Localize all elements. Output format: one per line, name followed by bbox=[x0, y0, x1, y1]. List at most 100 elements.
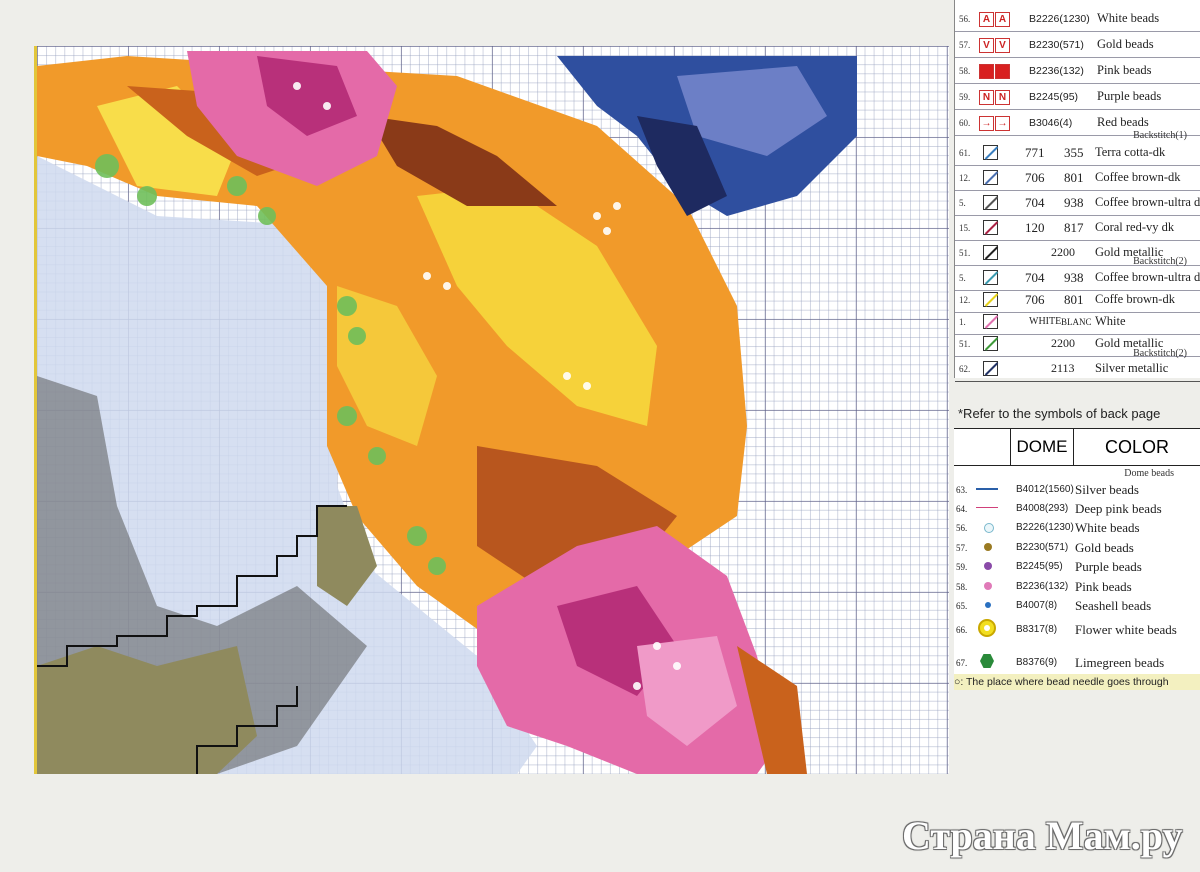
dmc-number: 704 bbox=[1025, 270, 1045, 285]
color-header-label: COLOR bbox=[1104, 437, 1169, 457]
pattern-artwork bbox=[37, 51, 857, 774]
symbol-glyph: A bbox=[979, 12, 994, 27]
dome-number: 65. bbox=[956, 601, 968, 611]
metallic-code: 2200 bbox=[1051, 245, 1075, 259]
dome-name: Flower white beads bbox=[1075, 622, 1177, 637]
legend-row: 12. 706 801 Coffee brown-dk bbox=[955, 165, 1200, 191]
dome-code: B4008(293) bbox=[1016, 503, 1069, 514]
thread-name: Coffe brown-dk bbox=[1095, 292, 1175, 306]
thread-name: Coffee brown-dk bbox=[1095, 170, 1181, 184]
dome-number: 59. bbox=[956, 562, 968, 572]
bead-name: Pink beads bbox=[1097, 63, 1152, 77]
dmc-number: 704 bbox=[1025, 195, 1045, 210]
dome-code: B2245(95) bbox=[1016, 561, 1063, 572]
dmc-number: 706 bbox=[1025, 170, 1045, 185]
dome-name: White beads bbox=[1075, 520, 1140, 535]
bead-name: White beads bbox=[1097, 11, 1160, 25]
legend-row: 56. AA B2226(1230) White beads bbox=[955, 6, 1200, 32]
backstitch-symbol bbox=[983, 145, 999, 160]
dome-number: 57. bbox=[956, 543, 968, 553]
dome-sub-label: Dome beads bbox=[1124, 468, 1174, 479]
backstitch-symbol bbox=[983, 220, 999, 235]
anchor-number: 817 bbox=[1064, 220, 1084, 235]
backstitch-symbol bbox=[983, 195, 999, 210]
thread-name: Coffee brown-ultra dk bbox=[1095, 270, 1200, 284]
dome-header-label: DOME bbox=[1016, 437, 1068, 456]
hexagon-bead-icon bbox=[980, 654, 994, 668]
dome-header-blank bbox=[954, 429, 1011, 465]
bead-dot-icon bbox=[984, 582, 992, 590]
bead-code: B2236(132) bbox=[1029, 65, 1084, 77]
cross-stitch-chart bbox=[34, 46, 949, 774]
symbol-swatch: → → bbox=[979, 115, 1010, 131]
dome-code: B4007(8) bbox=[1016, 600, 1058, 611]
anchor-number: BLANC bbox=[1061, 317, 1092, 327]
dome-row: 65. B4007(8) Seashell beads bbox=[954, 595, 1200, 615]
bead-code: B2245(95) bbox=[1029, 91, 1079, 103]
legend-row: 5. 704 938 Coffee brown-ultra dk bbox=[955, 190, 1200, 216]
dome-code: B8376(9) bbox=[1016, 657, 1058, 668]
dome-code: B2236(132) bbox=[1016, 581, 1069, 592]
backstitch-symbol bbox=[983, 270, 999, 285]
bead-name: Red beads bbox=[1097, 115, 1149, 129]
dome-name: Purple beads bbox=[1075, 559, 1142, 574]
dome-number: 67. bbox=[956, 658, 968, 668]
dome-name: Gold beads bbox=[1075, 540, 1134, 555]
dome-bead-table: DOME COLOR Dome beads 63. B4012(1560) Silv… bbox=[954, 428, 1200, 675]
backstitch-symbol bbox=[983, 361, 999, 376]
metallic-code: 2113 bbox=[1051, 361, 1075, 375]
bead-code: B2230(571) bbox=[1029, 39, 1084, 51]
anchor-number: 355 bbox=[1064, 145, 1084, 160]
dmc-number: WHITE bbox=[1029, 316, 1062, 327]
bead-name: Gold beads bbox=[1097, 37, 1154, 51]
backstitch-symbol bbox=[983, 314, 999, 329]
backstitch-symbol bbox=[983, 336, 999, 351]
site-watermark: Страна Мам.ру bbox=[902, 813, 1183, 858]
bead-needle-note: ○: The place where bead needle goes thro… bbox=[954, 674, 1200, 690]
bead-code: B3046(4) bbox=[1029, 117, 1073, 129]
metallic-code: 2200 bbox=[1051, 336, 1075, 350]
color-header: COLOR bbox=[1074, 429, 1200, 465]
bead-small-dot-icon bbox=[985, 602, 991, 608]
bead-circle-icon bbox=[984, 523, 994, 533]
symbol-glyph: N bbox=[995, 90, 1010, 105]
dome-row: 63. B4012(1560) Silver beads bbox=[954, 479, 1200, 499]
bead-line-icon bbox=[976, 488, 998, 490]
bead-code: B2226(1230) bbox=[1029, 13, 1090, 25]
symbol-glyph: V bbox=[995, 38, 1010, 53]
dome-row: 64. B4008(293) Deep pink beads bbox=[954, 498, 1200, 518]
dome-row: 67. B8376(9) Limegreen beads bbox=[954, 652, 1200, 672]
legend-panel: 56. AA B2226(1230) White beads 57. VV B2… bbox=[954, 0, 1200, 382]
bead-line-icon bbox=[976, 507, 998, 508]
symbol-glyph: → bbox=[979, 116, 994, 131]
legend-row: 57. VV B2230(571) Gold beads bbox=[955, 32, 1200, 58]
legend-row: 61. 771 355 Terra cotta-dk bbox=[955, 140, 1200, 166]
legend-row: 58. ■ ■ B2236(132) Pink beads bbox=[955, 58, 1200, 84]
dome-code: B8317(8) bbox=[1016, 624, 1058, 635]
dome-row: 59. B2245(95) Purple beads bbox=[954, 556, 1200, 576]
dome-number: 66. bbox=[956, 625, 968, 635]
thread-name: Terra cotta-dk bbox=[1095, 145, 1166, 159]
symbol-glyph: ■ bbox=[979, 64, 994, 79]
dome-number: 63. bbox=[956, 485, 968, 495]
bead-dot-icon bbox=[984, 562, 992, 570]
legend-row: 59. NN B2245(95) Purple beads bbox=[955, 84, 1200, 110]
dome-row: 58. B2236(132) Pink beads bbox=[954, 576, 1200, 596]
dome-number: 58. bbox=[956, 582, 968, 592]
dome-header: DOME bbox=[1011, 429, 1074, 465]
back-page-note: *Refer to the symbols of back page bbox=[958, 406, 1161, 421]
symbol-swatch: ■ ■ bbox=[979, 63, 1010, 79]
dome-name: Limegreen beads bbox=[1075, 655, 1165, 670]
dome-code: B2230(571) bbox=[1016, 542, 1069, 553]
symbol-swatch: VV bbox=[979, 37, 1010, 53]
symbol-swatch: AA bbox=[979, 11, 1010, 27]
dome-name: Deep pink beads bbox=[1075, 501, 1162, 516]
dome-row: 66. B8317(8) Flower white beads bbox=[954, 619, 1200, 639]
dome-code: B4012(1560) bbox=[1016, 484, 1074, 495]
symbol-glyph: N bbox=[979, 90, 994, 105]
bead-name: Purple beads bbox=[1097, 89, 1162, 103]
symbol-swatch: NN bbox=[979, 89, 1010, 105]
anchor-number: 801 bbox=[1064, 170, 1084, 185]
thread-name: Coral red-vy dk bbox=[1095, 220, 1175, 234]
dome-code: B2226(1230) bbox=[1016, 522, 1074, 533]
